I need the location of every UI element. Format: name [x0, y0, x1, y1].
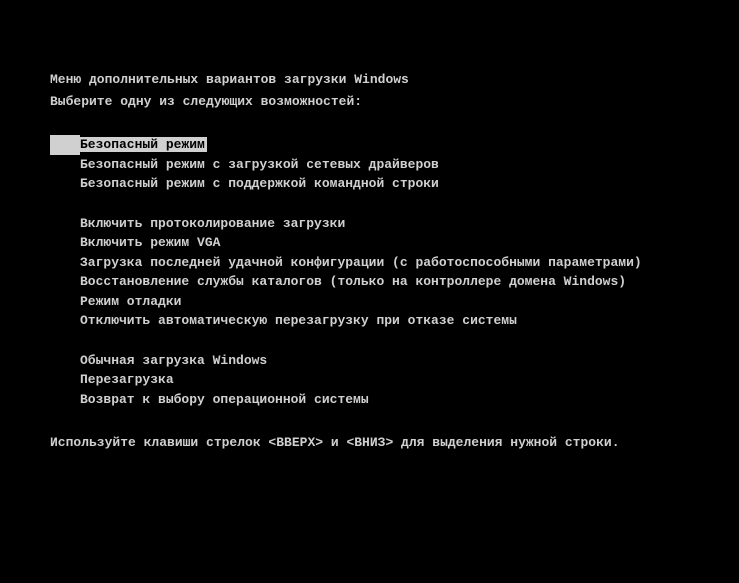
menu-item[interactable]: Режим отладки: [50, 292, 689, 312]
menu-item-label: Включить протоколирование загрузки: [80, 216, 345, 231]
menu-item[interactable]: Безопасный режим с поддержкой командной …: [50, 174, 689, 194]
menu-group: Безопасный режим Безопасный режим с загру…: [80, 135, 689, 194]
menu-item[interactable]: Возврат к выбору операционной системы: [50, 390, 689, 410]
menu-item[interactable]: Безопасный режим с загрузкой сетевых дра…: [50, 155, 689, 175]
menu-item[interactable]: Обычная загрузка Windows: [50, 351, 689, 371]
menu-item[interactable]: Включить режим VGA: [50, 233, 689, 253]
menu-item[interactable]: Отключить автоматическую перезагрузку пр…: [50, 311, 689, 331]
menu-item-label: Перезагрузка: [80, 372, 174, 387]
menu-item[interactable]: Безопасный режим: [50, 135, 689, 155]
menu-item-label: Безопасный режим с загрузкой сетевых дра…: [80, 157, 439, 172]
menu-item-label: Обычная загрузка Windows: [80, 353, 267, 368]
menu-item-label: Отключить автоматическую перезагрузку пр…: [80, 313, 517, 328]
menu-item-label: Загрузка последней удачной конфигурации …: [80, 255, 642, 270]
menu-item[interactable]: Включить протоколирование загрузки: [50, 214, 689, 234]
menu-group: Обычная загрузка Windows Перезагрузка Возв…: [80, 351, 689, 410]
menu-item[interactable]: Перезагрузка: [50, 370, 689, 390]
menu-item[interactable]: Восстановление службы каталогов (только …: [50, 272, 689, 292]
menu-item-label: Режим отладки: [80, 294, 181, 309]
menu-item-label: Включить режим VGA: [80, 235, 220, 250]
menu-item-label: Возврат к выбору операционной системы: [80, 392, 369, 407]
boot-menu: Безопасный режим Безопасный режим с загру…: [50, 135, 689, 409]
menu-subtitle: Выберите одну из следующих возможностей:: [50, 92, 689, 112]
menu-item-label: Восстановление службы каталогов (только …: [80, 274, 626, 289]
instruction-text: Используйте клавиши стрелок <ВВЕРХ> и <В…: [50, 433, 689, 453]
menu-item[interactable]: Загрузка последней удачной конфигурации …: [50, 253, 689, 273]
menu-title: Меню дополнительных вариантов загрузки W…: [50, 70, 689, 90]
menu-group: Включить протоколирование загрузки Включи…: [80, 214, 689, 331]
menu-item-label: Безопасный режим с поддержкой командной …: [80, 176, 439, 191]
menu-item-label: Безопасный режим: [80, 137, 207, 152]
